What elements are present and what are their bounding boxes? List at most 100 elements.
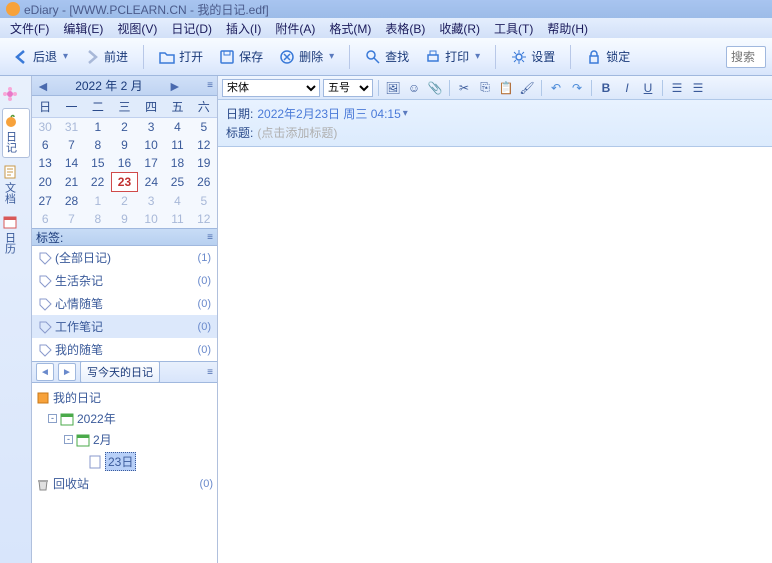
menu-item[interactable]: 工具(T) [488,18,539,39]
calendar-day[interactable]: 28 [58,192,84,211]
tree-day[interactable]: 23日 [36,450,213,473]
menu-item[interactable]: 收藏(R) [433,18,486,39]
calendar-day[interactable]: 4 [164,192,190,211]
menu-item[interactable]: 附件(A) [269,18,321,39]
italic-button[interactable]: I [618,79,636,97]
tag-item[interactable]: 生活杂记(0) [32,269,217,292]
calendar-day[interactable]: 14 [58,154,84,173]
tab-flower[interactable] [2,82,30,106]
tag-item[interactable]: (全部日记)(1) [32,246,217,269]
tree-forward-button[interactable]: ► [58,363,76,381]
calendar-day[interactable]: 8 [85,136,111,154]
copy-button[interactable]: ⎘ [476,79,494,97]
format-painter-button[interactable]: 🖌 [518,79,536,97]
redo-button[interactable]: ↷ [568,79,586,97]
calendar-day[interactable]: 9 [111,210,138,228]
calendar-day[interactable]: 26 [191,173,217,192]
calendar-day[interactable]: 20 [32,173,58,192]
calendar-day[interactable]: 11 [164,210,190,228]
prev-month-button[interactable]: ◄ [36,78,50,94]
print-button[interactable]: 打印▾ [418,43,487,70]
calendar-day[interactable]: 22 [85,173,111,192]
collapse-icon[interactable]: - [48,414,57,423]
calendar-day[interactable]: 2 [111,192,138,211]
calendar-day[interactable]: 2 [111,118,138,137]
calendar-day[interactable]: 5 [191,192,217,211]
font-select[interactable]: 宋体 [222,79,320,97]
find-button[interactable]: 查找 [358,43,416,70]
menu-item[interactable]: 帮助(H) [541,18,594,39]
calendar-day[interactable]: 18 [164,154,190,173]
tree-back-button[interactable]: ◄ [36,363,54,381]
menu-item[interactable]: 格式(M) [323,18,377,39]
calendar-day[interactable]: 7 [58,136,84,154]
next-month-button[interactable]: ► [168,78,182,94]
collapse-icon[interactable]: - [64,435,73,444]
save-button[interactable]: 保存 [212,43,270,70]
editor-body[interactable] [218,147,772,563]
tab-diary[interactable]: 日记 [2,108,30,158]
calendar-day[interactable]: 9 [111,136,138,154]
calendar-day[interactable]: 16 [111,154,138,173]
lock-button[interactable]: 锁定 [579,43,637,70]
calendar-day[interactable]: 15 [85,154,111,173]
menu-item[interactable]: 文件(F) [4,18,55,39]
search-input[interactable] [726,46,766,68]
calendar-day[interactable]: 24 [138,173,164,192]
align-left-button[interactable]: ☰ [668,79,686,97]
menu-item[interactable]: 编辑(E) [57,18,109,39]
calendar-day[interactable]: 3 [138,192,164,211]
calendar-day[interactable]: 6 [32,136,58,154]
write-today-button[interactable]: 写今天的日记 [80,361,160,383]
tab-calendar[interactable]: 日历 [2,210,30,258]
tag-item[interactable]: 我的随笔(0) [32,338,217,361]
tags-menu-icon[interactable]: ≡ [207,232,213,243]
calendar-day[interactable]: 13 [32,154,58,173]
calendar-day[interactable]: 1 [85,192,111,211]
settings-button[interactable]: 设置 [504,43,562,70]
calendar-day[interactable]: 1 [85,118,111,137]
calendar-day[interactable]: 3 [138,118,164,137]
menu-item[interactable]: 插入(I) [220,18,267,39]
tag-item[interactable]: 工作笔记(0) [32,315,217,338]
calendar-day[interactable]: 23 [111,173,138,192]
menu-item[interactable]: 日记(D) [165,18,218,39]
calendar-day[interactable]: 21 [58,173,84,192]
delete-button[interactable]: 删除▾ [272,43,341,70]
image-button[interactable]: 🖼 [384,79,402,97]
back-button[interactable]: 后退▾ [6,43,75,70]
tree-year[interactable]: - 2022年 [36,408,213,429]
calendar-day[interactable]: 6 [32,210,58,228]
dropdown-icon[interactable]: ▾ [403,108,408,119]
calendar-day[interactable]: 19 [191,154,217,173]
calendar-title[interactable]: 2022 年 2 月 [75,77,142,94]
forward-button[interactable]: 前进 [77,43,135,70]
attachment-button[interactable]: 📎 [426,79,444,97]
calendar-day[interactable]: 25 [164,173,190,192]
calendar-menu-icon[interactable]: ≡ [207,80,213,91]
calendar-day[interactable]: 12 [191,136,217,154]
calendar-day[interactable]: 12 [191,210,217,228]
tree-root[interactable]: 我的日记 [36,387,213,408]
calendar-day[interactable]: 4 [164,118,190,137]
paste-button[interactable]: 📋 [497,79,515,97]
align-center-button[interactable]: ☰ [689,79,707,97]
calendar-day[interactable]: 7 [58,210,84,228]
cut-button[interactable]: ✂ [455,79,473,97]
menu-item[interactable]: 表格(B) [379,18,431,39]
calendar-day[interactable]: 11 [164,136,190,154]
calendar-day[interactable]: 8 [85,210,111,228]
underline-button[interactable]: U [639,79,657,97]
open-button[interactable]: 打开 [152,43,210,70]
size-select[interactable]: 五号 [323,79,373,97]
menu-item[interactable]: 视图(V) [111,18,163,39]
bold-button[interactable]: B [597,79,615,97]
tree-trash[interactable]: 回收站 (0) [36,473,213,494]
emoji-button[interactable]: ☺ [405,79,423,97]
calendar-day[interactable]: 27 [32,192,58,211]
calendar-day[interactable]: 31 [58,118,84,137]
tree-month[interactable]: - 2月 [36,429,213,450]
calendar-day[interactable]: 10 [138,136,164,154]
calendar-day[interactable]: 5 [191,118,217,137]
tab-documents[interactable]: 文档 [2,160,30,208]
